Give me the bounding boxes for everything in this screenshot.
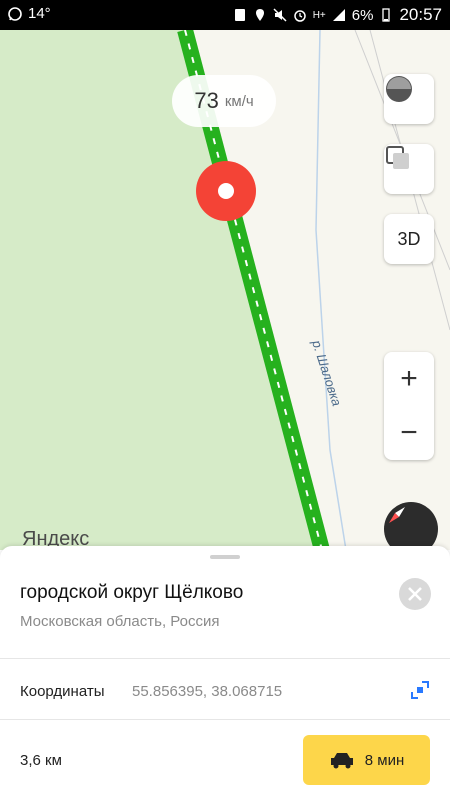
compass-button[interactable] bbox=[384, 502, 438, 550]
temperature: 14° bbox=[28, 5, 51, 22]
sim-icon bbox=[234, 9, 245, 21]
zoom-out-button[interactable]: − bbox=[384, 406, 434, 460]
traffic-icon bbox=[386, 76, 412, 102]
route-time: 8 мин bbox=[364, 751, 405, 769]
place-title: городской округ Щёлково bbox=[20, 582, 244, 603]
location-pin[interactable] bbox=[196, 161, 256, 221]
coordinates-label: Координаты bbox=[20, 683, 105, 700]
location-icon bbox=[255, 9, 264, 21]
whatsapp-icon bbox=[8, 6, 22, 21]
river-line bbox=[315, 30, 347, 550]
speed-unit: км/ч bbox=[224, 92, 254, 110]
coordinates-value[interactable]: 55.856395, 38.068715 bbox=[132, 683, 282, 700]
divider bbox=[0, 658, 450, 659]
network-type: H+ bbox=[312, 9, 326, 21]
battery-level: 6% bbox=[351, 6, 374, 24]
zoom-controls: + − bbox=[384, 352, 434, 460]
layers-icon bbox=[386, 146, 409, 169]
alarm-icon bbox=[293, 10, 306, 22]
place-subtitle: Московская область, Россия bbox=[20, 613, 220, 630]
3d-button[interactable]: 3D bbox=[384, 214, 434, 264]
clock: 20:57 bbox=[399, 5, 442, 24]
close-button[interactable] bbox=[399, 578, 431, 610]
place-card: городской округ Щёлково Московская облас… bbox=[0, 546, 450, 800]
mute-icon bbox=[273, 8, 287, 22]
speed-indicator: 73 км/ч bbox=[172, 75, 276, 127]
layers-button[interactable] bbox=[384, 144, 434, 194]
speed-value: 73 bbox=[194, 88, 219, 113]
zoom-in-button[interactable]: + bbox=[384, 352, 434, 406]
pin-center bbox=[218, 183, 234, 199]
compass-icon bbox=[389, 507, 405, 523]
route-button[interactable]: 8 мин bbox=[303, 735, 430, 785]
copy-coordinates-icon[interactable] bbox=[408, 678, 432, 702]
sheet-grabber[interactable] bbox=[210, 555, 240, 559]
signal-icon bbox=[332, 9, 345, 21]
divider bbox=[0, 719, 450, 720]
battery-icon bbox=[382, 8, 391, 22]
map-view[interactable]: р. Шаловка 73 км/ч 3D + − Яндекс bbox=[0, 30, 450, 550]
traffic-button[interactable] bbox=[384, 74, 434, 124]
status-bar: 14° H+ 6% 20:57 bbox=[0, 0, 450, 30]
close-icon bbox=[408, 587, 422, 601]
car-icon bbox=[330, 753, 353, 769]
route-distance: 3,6 км bbox=[20, 752, 62, 769]
